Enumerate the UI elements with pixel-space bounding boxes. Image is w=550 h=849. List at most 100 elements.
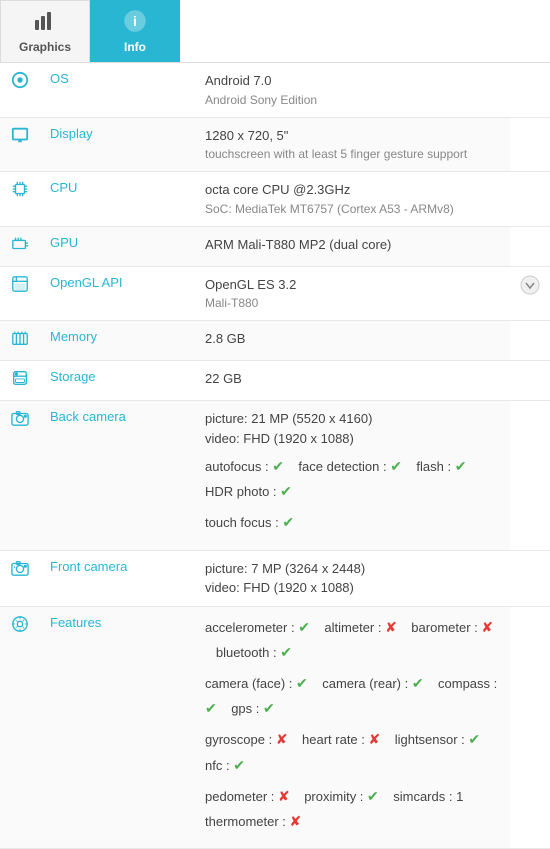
compass-val: ✔ bbox=[205, 700, 217, 716]
heart-rate-label: heart rate : bbox=[302, 732, 365, 747]
front-camera-picture: picture: 7 MP (3264 x 2448) bbox=[205, 559, 500, 579]
back-camera-specs-line2: touch focus : ✔ bbox=[205, 510, 500, 535]
hdr-check: ✔ bbox=[280, 483, 292, 499]
gpu-main: ARM Mali-T880 MP2 (dual core) bbox=[205, 235, 500, 255]
row-opengl: OpenGL API OpenGL ES 3.2 Mali-T880 bbox=[0, 266, 550, 321]
os-sub: Android Sony Edition bbox=[205, 91, 500, 109]
features-line3: gyroscope : ✘ heart rate : ✘ lightsensor… bbox=[205, 727, 500, 777]
autofocus-check: ✔ bbox=[272, 458, 284, 474]
tab-graphics-label: Graphics bbox=[19, 40, 71, 54]
memory-label: Memory bbox=[40, 321, 195, 361]
graphics-icon bbox=[33, 10, 57, 38]
back-camera-label: Back camera bbox=[40, 401, 195, 551]
memory-value: 2.8 GB bbox=[195, 321, 510, 361]
gyroscope-val: ✘ bbox=[276, 731, 288, 747]
back-camera-specs-line1: autofocus : ✔ face detection : ✔ flash :… bbox=[205, 454, 500, 504]
features-label: Features bbox=[40, 606, 195, 849]
cpu-icon bbox=[0, 172, 40, 227]
opengl-sub: Mali-T880 bbox=[205, 294, 500, 312]
cpu-value: octa core CPU @2.3GHz SoC: MediaTek MT67… bbox=[195, 172, 510, 227]
os-value: Android 7.0 Android Sony Edition bbox=[195, 63, 510, 117]
nfc-label: nfc : bbox=[205, 758, 230, 773]
flash-label: flash : bbox=[416, 459, 451, 474]
info-table: OS Android 7.0 Android Sony Edition Disp… bbox=[0, 63, 550, 849]
gps-label: gps : bbox=[231, 701, 259, 716]
display-main: 1280 x 720, 5" bbox=[205, 126, 500, 146]
storage-icon bbox=[0, 361, 40, 401]
features-line2: camera (face) : ✔ camera (rear) : ✔ comp… bbox=[205, 671, 500, 721]
opengl-main: OpenGL ES 3.2 bbox=[205, 275, 500, 295]
gpu-label: GPU bbox=[40, 226, 195, 266]
row-display: Display 1280 x 720, 5" touchscreen with … bbox=[0, 117, 550, 172]
camera-rear-val: ✔ bbox=[412, 675, 424, 691]
camera-face-val: ✔ bbox=[296, 675, 308, 691]
thermometer-label: thermometer : bbox=[205, 814, 286, 829]
cpu-sub: SoC: MediaTek MT6757 (Cortex A53 - ARMv8… bbox=[205, 200, 500, 218]
features-line4: pedometer : ✘ proximity : ✔ simcards : 1… bbox=[205, 784, 500, 834]
opengl-icon bbox=[0, 266, 40, 321]
info-icon: i bbox=[124, 10, 146, 38]
accelerometer-label: accelerometer : bbox=[205, 620, 295, 635]
nfc-val: ✔ bbox=[233, 757, 245, 773]
touch-focus-label: touch focus : bbox=[205, 515, 279, 530]
opengl-dropdown-icon[interactable] bbox=[510, 266, 550, 321]
back-camera-video: video: FHD (1920 x 1088) bbox=[205, 429, 500, 449]
back-camera-picture: picture: 21 MP (5520 x 4160) bbox=[205, 409, 500, 429]
row-front-camera: Front camera picture: 7 MP (3264 x 2448)… bbox=[0, 550, 550, 606]
simcards-label: simcards : bbox=[393, 789, 452, 804]
row-gpu: GPU ARM Mali-T880 MP2 (dual core) bbox=[0, 226, 550, 266]
front-camera-video: video: FHD (1920 x 1088) bbox=[205, 578, 500, 598]
accelerometer-val: ✔ bbox=[298, 619, 310, 635]
display-value: 1280 x 720, 5" touchscreen with at least… bbox=[195, 117, 510, 172]
bluetooth-val: ✔ bbox=[280, 644, 292, 660]
flash-check: ✔ bbox=[455, 458, 467, 474]
storage-main: 22 GB bbox=[205, 369, 500, 389]
os-main: Android 7.0 bbox=[205, 71, 500, 91]
tab-graphics[interactable]: Graphics bbox=[0, 0, 90, 62]
memory-icon bbox=[0, 321, 40, 361]
display-label: Display bbox=[40, 117, 195, 172]
features-line1: accelerometer : ✔ altimeter : ✘ baromete… bbox=[205, 615, 500, 665]
features-value: accelerometer : ✔ altimeter : ✘ baromete… bbox=[195, 606, 510, 849]
front-camera-label: Front camera bbox=[40, 550, 195, 606]
touch-focus-check: ✔ bbox=[282, 514, 294, 530]
proximity-label: proximity : bbox=[304, 789, 363, 804]
camera-rear-label: camera (rear) : bbox=[322, 676, 408, 691]
altimeter-label: altimeter : bbox=[324, 620, 381, 635]
gyroscope-label: gyroscope : bbox=[205, 732, 272, 747]
gps-val: ✔ bbox=[263, 700, 275, 716]
cpu-main: octa core CPU @2.3GHz bbox=[205, 180, 500, 200]
storage-label: Storage bbox=[40, 361, 195, 401]
os-icon bbox=[0, 63, 40, 117]
compass-label: compass : bbox=[438, 676, 497, 691]
barometer-val: ✘ bbox=[481, 619, 493, 635]
thermometer-val: ✘ bbox=[290, 813, 302, 829]
tab-info-label: Info bbox=[124, 40, 146, 54]
barometer-label: barometer : bbox=[411, 620, 477, 635]
front-camera-icon bbox=[0, 550, 40, 606]
features-icon bbox=[0, 606, 40, 849]
row-memory: Memory 2.8 GB bbox=[0, 321, 550, 361]
front-camera-value: picture: 7 MP (3264 x 2448) video: FHD (… bbox=[195, 550, 510, 606]
row-cpu: CPU octa core CPU @2.3GHz SoC: MediaTek … bbox=[0, 172, 550, 227]
tab-info[interactable]: i Info bbox=[90, 0, 180, 62]
tab-bar: Graphics i Info bbox=[0, 0, 550, 63]
row-os: OS Android 7.0 Android Sony Edition bbox=[0, 63, 550, 117]
cpu-label: CPU bbox=[40, 172, 195, 227]
altimeter-val: ✘ bbox=[385, 619, 397, 635]
heart-rate-val: ✘ bbox=[369, 731, 381, 747]
gpu-icon bbox=[0, 226, 40, 266]
camera-face-label: camera (face) : bbox=[205, 676, 292, 691]
opengl-value: OpenGL ES 3.2 Mali-T880 bbox=[195, 266, 510, 321]
hdr-label: HDR photo : bbox=[205, 484, 277, 499]
opengl-label: OpenGL API bbox=[40, 266, 195, 321]
proximity-val: ✔ bbox=[367, 788, 379, 804]
row-storage: Storage 22 GB bbox=[0, 361, 550, 401]
memory-main: 2.8 GB bbox=[205, 329, 500, 349]
svg-text:i: i bbox=[133, 13, 137, 29]
face-detection-label: face detection : bbox=[298, 459, 386, 474]
row-features: Features accelerometer : ✔ altimeter : ✘… bbox=[0, 606, 550, 849]
gpu-value: ARM Mali-T880 MP2 (dual core) bbox=[195, 226, 510, 266]
storage-value: 22 GB bbox=[195, 361, 510, 401]
pedometer-val: ✘ bbox=[278, 788, 290, 804]
